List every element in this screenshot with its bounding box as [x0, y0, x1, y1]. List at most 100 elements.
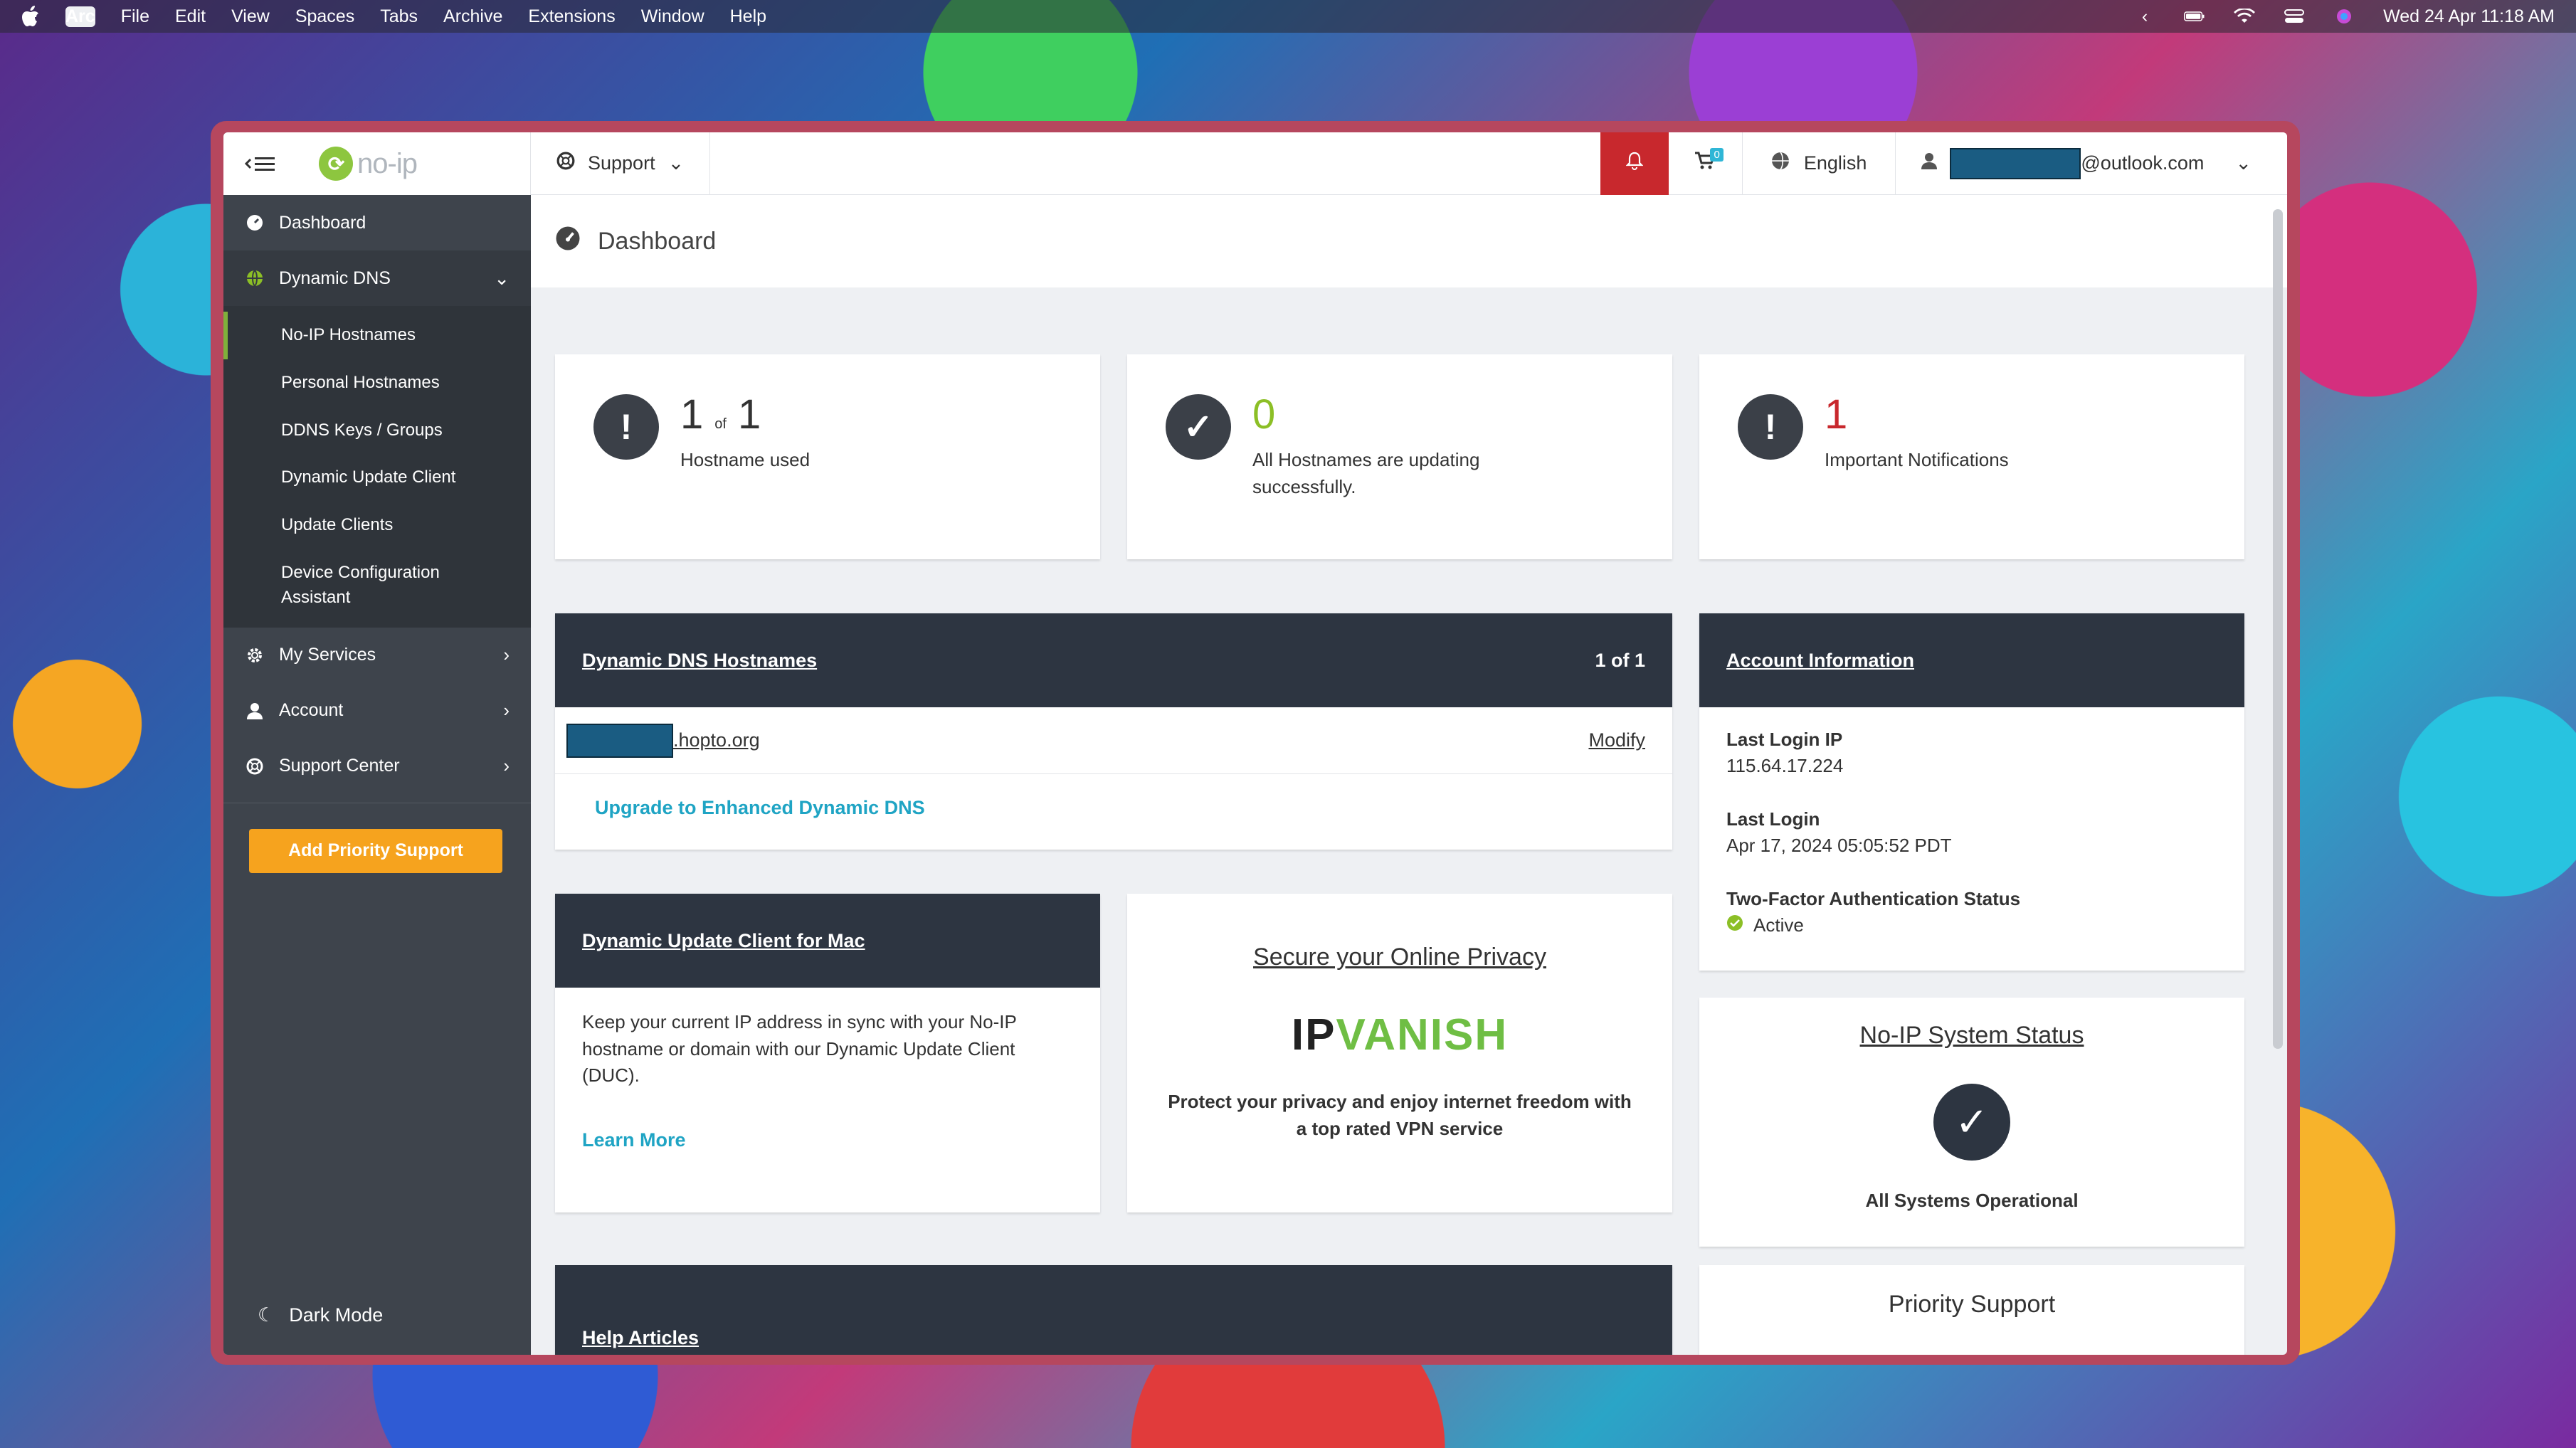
help-articles-panel: Help Articles	[555, 1265, 1672, 1355]
siri-icon[interactable]	[2333, 8, 2355, 25]
learn-more-link[interactable]: Learn More	[582, 1129, 686, 1151]
sidebar-item-dashboard[interactable]: Dashboard	[223, 195, 531, 250]
duc-panel: Dynamic Update Client for Mac Keep your …	[555, 894, 1100, 1212]
menu-edit[interactable]: Edit	[175, 6, 206, 27]
support-dropdown[interactable]: Support ⌄	[531, 132, 711, 194]
sidebar-subitem-dynamic-update-client[interactable]: Dynamic Update Client	[223, 454, 531, 502]
sidebar-item-label: Dashboard	[279, 212, 366, 233]
sidebar-subitem-noip-hostnames[interactable]: No-IP Hostnames	[223, 312, 531, 359]
brand-ip: IP	[1291, 1010, 1336, 1059]
system-status-text: All Systems Operational	[1865, 1190, 2079, 1211]
menu-help[interactable]: Help	[730, 6, 766, 27]
sidebar-subitem-device-config[interactable]: Device Configuration Assistant	[223, 549, 465, 622]
dashboard-icon	[245, 213, 265, 233]
sidebar-item-support-center[interactable]: Support Center ›	[223, 739, 531, 794]
sidebar-item-my-services[interactable]: My Services ›	[223, 628, 531, 683]
menu-extensions[interactable]: Extensions	[528, 6, 615, 27]
chevron-right-icon: ›	[503, 755, 510, 777]
add-priority-support-button[interactable]: Add Priority Support	[249, 828, 502, 873]
sidebar-item-dynamic-dns[interactable]: Dynamic DNS ⌄	[223, 250, 531, 306]
redacted-block	[1950, 147, 2081, 179]
noip-app: ⟳ no-ip Dashboard Dynamic DNS ⌄ No-IP Ho…	[223, 132, 2287, 1355]
updating-label: All Hostnames are updating successfully.	[1252, 449, 1480, 497]
battery-icon[interactable]	[2184, 8, 2205, 25]
sidebar-subitem-ddns-keys[interactable]: DDNS Keys / Groups	[223, 407, 531, 455]
page-header: Dashboard	[531, 195, 2287, 287]
dns-hostnames-header: Dynamic DNS Hostnames 1 of 1	[555, 613, 1672, 707]
sidebar-item-label: My Services	[279, 645, 376, 665]
globe-icon	[245, 268, 265, 288]
hostname-link[interactable]: .hopto.org	[673, 729, 760, 751]
notifications-label: Important Notifications	[1825, 449, 2009, 470]
scrollbar[interactable]	[2273, 209, 2283, 1049]
main-content: Dashboard ! 1 of 1 Hostname used ✓ 0 All H…	[531, 195, 2287, 1355]
globe-icon	[1771, 152, 1790, 175]
collapse-menu-icon[interactable]	[245, 153, 276, 174]
menubar-datetime[interactable]: Wed 24 Apr 11:18 AM	[2383, 6, 2555, 27]
menu-archive[interactable]: Archive	[443, 6, 502, 27]
brand-vanish: VANISH	[1336, 1010, 1509, 1059]
sidebar-item-label: Account	[279, 700, 344, 721]
dashboard-icon	[555, 226, 581, 258]
hostnames-used-value: 1	[680, 391, 704, 438]
duc-link[interactable]: Dynamic Update Client for Mac	[582, 930, 865, 952]
menu-spaces[interactable]: Spaces	[295, 6, 354, 27]
hostname-used-label: Hostname used	[680, 449, 811, 470]
sidebar-subitem-personal-hostnames[interactable]: Personal Hostnames	[223, 359, 531, 407]
moon-icon: ☾	[258, 1304, 275, 1326]
user-icon	[245, 701, 265, 721]
user-menu[interactable]: @outlook.com ⌄	[1896, 132, 2287, 194]
notifications-card[interactable]: ! 1 Important Notifications	[1699, 354, 2244, 559]
upgrade-dns-link[interactable]: Upgrade to Enhanced Dynamic DNS	[595, 797, 925, 818]
dark-mode-label: Dark Mode	[289, 1304, 384, 1326]
sidebar-subitem-update-clients[interactable]: Update Clients	[223, 502, 531, 549]
lifebuoy-icon	[556, 152, 575, 175]
updating-count: 0	[1252, 391, 1276, 438]
chevron-down-icon: ⌄	[667, 152, 685, 174]
menu-file[interactable]: File	[121, 6, 149, 27]
dns-hostnames-link[interactable]: Dynamic DNS Hostnames	[582, 650, 817, 672]
last-login-ip-label: Last Login IP	[1726, 729, 1843, 750]
email-suffix: @outlook.com	[2081, 152, 2205, 174]
chevron-left-icon[interactable]: ‹	[2134, 6, 2155, 26]
cart-button[interactable]: 0	[1669, 132, 1743, 195]
macos-menubar: Arc File Edit View Spaces Tabs Archive E…	[0, 0, 2576, 33]
hostname-usage-card: ! 1 of 1 Hostname used	[555, 354, 1100, 559]
menu-view[interactable]: View	[231, 6, 270, 27]
dns-hostnames-panel: Dynamic DNS Hostnames 1 of 1 .hopto.org …	[555, 613, 1672, 850]
system-status-link[interactable]: No-IP System Status	[1699, 1022, 2244, 1050]
support-label: Support	[588, 152, 655, 174]
last-login-label: Last Login	[1726, 808, 1820, 830]
sidebar: ⟳ no-ip Dashboard Dynamic DNS ⌄ No-IP Ho…	[223, 132, 531, 1355]
check-circle-icon	[1726, 914, 1743, 936]
tfa-status: Active	[1726, 914, 2217, 936]
hostname-row: .hopto.org Modify	[555, 707, 1672, 774]
control-center-icon[interactable]	[2284, 8, 2305, 25]
priority-support-panel: Priority Support	[1699, 1265, 2244, 1355]
menubar-app-name[interactable]: Arc	[65, 6, 95, 27]
promo-title[interactable]: Secure your Online Privacy	[1127, 944, 1672, 971]
dark-mode-toggle[interactable]: ☾ Dark Mode	[258, 1304, 383, 1326]
account-info-link[interactable]: Account Information	[1726, 650, 1914, 672]
notifications-button[interactable]	[1600, 132, 1669, 195]
duc-header: Dynamic Update Client for Mac	[555, 894, 1100, 988]
browser-window: ⟳ no-ip Dashboard Dynamic DNS ⌄ No-IP Ho…	[211, 121, 2300, 1365]
noip-logo[interactable]: ⟳ no-ip	[319, 147, 418, 181]
wifi-icon[interactable]	[2234, 8, 2256, 25]
cart-count-badge: 0	[1710, 147, 1724, 162]
modify-link[interactable]: Modify	[1588, 729, 1645, 751]
help-articles-link[interactable]: Help Articles	[582, 1327, 699, 1349]
tfa-status-label: Two-Factor Authentication Status	[1726, 888, 2021, 909]
menu-window[interactable]: Window	[641, 6, 704, 27]
chevron-right-icon: ›	[503, 699, 510, 722]
exclamation-icon: !	[1738, 394, 1803, 460]
exclamation-icon: !	[593, 394, 659, 460]
apple-icon[interactable]	[21, 6, 40, 27]
vpn-promo-panel[interactable]: Secure your Online Privacy IPVANISH Prot…	[1127, 894, 1672, 1212]
duc-description: Keep your current IP address in sync wit…	[582, 1011, 1017, 1087]
menu-tabs[interactable]: Tabs	[380, 6, 418, 27]
sidebar-item-account[interactable]: Account ›	[223, 683, 531, 739]
language-selector[interactable]: English	[1743, 132, 1896, 194]
account-info-header: Account Information	[1699, 613, 2244, 707]
notification-count: 1	[1825, 391, 1848, 438]
